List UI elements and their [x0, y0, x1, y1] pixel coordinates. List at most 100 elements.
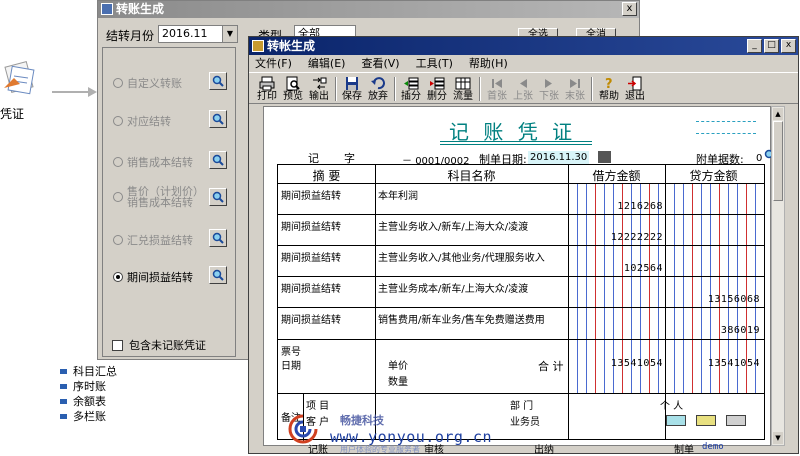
- radio-button-selected[interactable]: [113, 272, 123, 282]
- prev-page-button[interactable]: 上张: [511, 75, 535, 103]
- table-row-summary[interactable]: 期间损益结转: [281, 218, 341, 233]
- date-row-label: 日期: [281, 361, 301, 372]
- search-icon[interactable]: [209, 151, 227, 169]
- unit-price-label: 单价: [388, 361, 408, 372]
- maximize-button[interactable]: □: [764, 39, 779, 53]
- menu-item-journal[interactable]: 序时账: [58, 379, 158, 394]
- last-icon: [570, 79, 580, 88]
- scroll-down-icon[interactable]: ▼: [773, 432, 783, 444]
- table-row-summary[interactable]: 期间损益结转: [281, 187, 341, 202]
- calendar-icon[interactable]: [598, 151, 611, 163]
- exit-button[interactable]: 退出: [623, 75, 647, 103]
- table-row-credit[interactable]: 386019: [665, 325, 760, 336]
- close-button[interactable]: x: [781, 39, 796, 53]
- undo-icon: [371, 77, 385, 90]
- dotted-field: [696, 121, 756, 122]
- table-row-account[interactable]: 主营业务成本/新车/上海大众/凌渡: [378, 280, 528, 295]
- include-unposted-checkbox[interactable]: [112, 339, 123, 351]
- print-button[interactable]: 打印: [255, 75, 279, 103]
- help-button[interactable]: ? 帮助: [597, 75, 621, 103]
- table-row-summary[interactable]: 期间损益结转: [281, 249, 341, 264]
- delete-entry-button[interactable]: 删分: [425, 75, 449, 103]
- menu-help[interactable]: 帮助(H): [469, 56, 508, 72]
- dialog-titlebar[interactable]: 转账生成 x: [98, 1, 639, 18]
- radio-button[interactable]: [113, 192, 123, 202]
- table-row-debit[interactable]: 12222222: [568, 232, 663, 243]
- header-credit: 贷方金额: [689, 169, 738, 183]
- delete-row-icon: [430, 77, 445, 90]
- total-credit: 13541054: [707, 358, 760, 369]
- search-icon[interactable]: [209, 229, 227, 247]
- exit-icon: [628, 76, 642, 91]
- output-button[interactable]: 输出: [307, 75, 331, 103]
- next-page-button[interactable]: 下张: [537, 75, 561, 103]
- table-row-account[interactable]: 主营业务收入/新车/上海大众/凌渡: [378, 218, 528, 233]
- total-label: 合 计: [538, 360, 564, 373]
- maker-label: 制单: [674, 445, 694, 456]
- salesman-label: 业务员: [510, 417, 540, 428]
- save-button[interactable]: 保存: [340, 75, 364, 103]
- discard-button[interactable]: 放弃: [366, 75, 390, 103]
- menu-item-multicolumn[interactable]: 多栏账: [58, 409, 158, 424]
- header-account: 科目名称: [447, 169, 496, 183]
- menu-item-subject-summary[interactable]: 科目汇总: [58, 364, 158, 379]
- svg-text:?: ?: [605, 77, 613, 91]
- voucher-sheet: 记 账 凭 证 记 字 － 0001/0002 制单日期: 2016.11.30…: [263, 106, 776, 456]
- transfer-type-panel: 自定义转账 对应结转 销售成本结转 售价（计划价） 销售成本结转 汇兑损益结转 期…: [102, 47, 236, 357]
- table-row-credit[interactable]: 13156068: [665, 294, 760, 305]
- insert-entry-button[interactable]: 插分: [399, 75, 423, 103]
- menu-view[interactable]: 查看(V): [361, 56, 399, 72]
- menu-edit[interactable]: 编辑(E): [308, 56, 346, 72]
- radio-button[interactable]: [113, 116, 123, 126]
- window-titlebar[interactable]: 转帐生成 _ □ x: [249, 37, 798, 55]
- attachments-count[interactable]: 0: [756, 153, 762, 164]
- table-row-summary[interactable]: 期间损益结转: [281, 280, 341, 295]
- close-button[interactable]: x: [622, 2, 637, 16]
- include-unposted-checkbox-row[interactable]: 包含未记账凭证: [112, 337, 206, 353]
- maker-value: demo: [702, 442, 724, 452]
- radio-button[interactable]: [113, 78, 123, 88]
- next-icon: [545, 79, 552, 88]
- scroll-up-icon[interactable]: ▲: [773, 108, 783, 120]
- cashflow-button[interactable]: 流量: [451, 75, 475, 103]
- table-row-account[interactable]: 本年利润: [378, 187, 418, 202]
- vertical-scrollbar[interactable]: ▲ ▼: [771, 106, 785, 446]
- flow-arrow-icon: [52, 86, 98, 98]
- total-debit: 13541054: [610, 358, 663, 369]
- save-icon: [346, 77, 358, 90]
- menu-file[interactable]: 文件(F): [255, 56, 292, 72]
- voucher-label: 凭证: [0, 107, 25, 121]
- menu-tools[interactable]: 工具(T): [416, 56, 453, 72]
- preview-button[interactable]: 预览: [281, 75, 305, 103]
- radio-button[interactable]: [113, 157, 123, 167]
- bullet-icon: [60, 414, 67, 419]
- search-icon[interactable]: [209, 266, 227, 284]
- toolbar: 打印 预览 输出 保存 放弃 插分 删分 流量 首张 上张 下张 末张 ? 帮助…: [249, 72, 798, 104]
- table-row-debit[interactable]: 1216268: [568, 201, 663, 212]
- search-icon[interactable]: [209, 110, 227, 128]
- minimize-button[interactable]: _: [747, 39, 762, 53]
- chevron-down-icon[interactable]: ▼: [222, 26, 237, 42]
- table-row-account[interactable]: 主营业务收入/其他业务/代理服务收入: [378, 249, 545, 264]
- photo-icon[interactable]: [696, 415, 716, 426]
- menu-item-balance[interactable]: 余额表: [58, 394, 158, 409]
- list-icon[interactable]: [726, 415, 746, 426]
- card-icon[interactable]: [666, 415, 686, 426]
- voucher-table: 摘 要 科目名称 借方金额 贷方金额 期间损益结转 本年利润 1216268 期…: [277, 164, 765, 441]
- prev-icon: [520, 79, 527, 88]
- first-page-button[interactable]: 首张: [485, 75, 509, 103]
- month-select[interactable]: 2016.11 ▼: [158, 25, 238, 43]
- table-row-summary[interactable]: 期间损益结转: [281, 311, 341, 326]
- table-row-account[interactable]: 销售费用/新车业务/售车免费赠送费用: [378, 311, 545, 326]
- voucher-icon[interactable]: [0, 58, 40, 98]
- bullet-icon: [60, 399, 67, 404]
- watermark-slogan: 用户体验的专业服务者: [340, 445, 420, 454]
- table-row-debit[interactable]: 102564: [568, 263, 663, 274]
- radio-button[interactable]: [113, 235, 123, 245]
- voucher-date-field[interactable]: 2016.11.30: [528, 151, 590, 164]
- last-page-button[interactable]: 末张: [563, 75, 587, 103]
- scroll-thumb[interactable]: [773, 121, 783, 201]
- insert-row-icon: [404, 77, 419, 90]
- search-icon[interactable]: [209, 72, 227, 90]
- search-icon[interactable]: [209, 188, 227, 206]
